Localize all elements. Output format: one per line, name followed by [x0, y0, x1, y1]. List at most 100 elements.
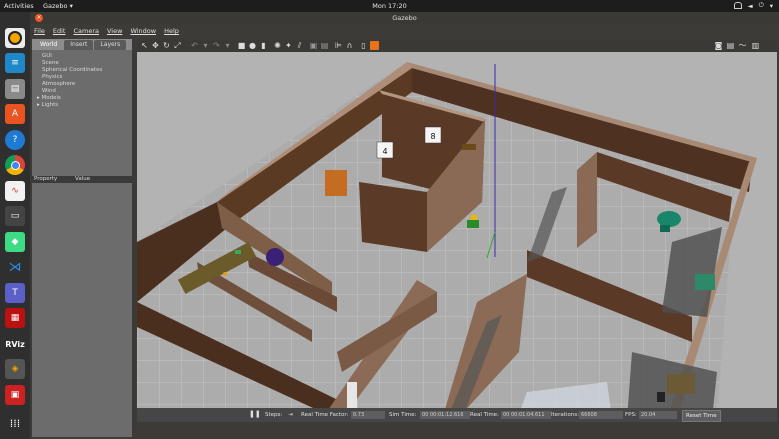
redo-dropdown-icon[interactable]: ▾	[223, 41, 232, 50]
barrel	[266, 248, 284, 266]
text-editor-dock-icon[interactable]: ≡	[5, 53, 25, 73]
tree-item-lights[interactable]: ▸ Lights	[32, 102, 132, 109]
scale-icon[interactable]: ⤢	[173, 41, 182, 50]
value-col: Value	[75, 176, 91, 182]
property-header: Property Value	[32, 176, 132, 183]
reset-time-button[interactable]: Reset Time	[682, 410, 721, 422]
window-titlebar: × Gazebo	[30, 12, 779, 24]
tree-item-wind[interactable]: Wind	[32, 88, 132, 95]
snap-icon[interactable]: ∩	[345, 41, 354, 50]
camera-icon[interactable]: ◙	[714, 41, 723, 50]
rviz-dock-icon[interactable]: RViz	[5, 334, 25, 354]
menubar: File Edit Camera View Window Help	[30, 24, 779, 38]
undo-icon[interactable]: ↶	[190, 41, 199, 50]
gazebo-window: × Gazebo File Edit Camera View Window He…	[30, 12, 779, 439]
menu-camera[interactable]: Camera	[73, 27, 99, 35]
select-icon[interactable]: ↖	[140, 41, 149, 50]
tree-item-physics[interactable]: Physics	[32, 74, 132, 81]
dirlight-icon[interactable]: ⫽	[295, 41, 304, 50]
tree-label-lights: Lights	[41, 102, 59, 108]
orange-icon[interactable]	[370, 41, 379, 50]
android-studio-dock-icon[interactable]: ◆	[5, 232, 25, 252]
align-icon[interactable]: ⊫	[334, 41, 343, 50]
help-dock-icon[interactable]: ?	[5, 130, 25, 150]
layers-dock-icon[interactable]: ◈	[5, 359, 25, 379]
clock[interactable]: Mon 17:20	[0, 2, 779, 10]
sim-time-label: Sim Time:	[389, 412, 417, 418]
toolbar: ↖ ✥ ↻ ⤢ ↶ ▾ ↷ ▾ ■ ● ▮ ✺ ✦ ⫽ ▣ ▤ ⊫ ∩ ▯ ◙ …	[137, 39, 777, 52]
sim-time-value: 00 00:01:12.616	[420, 411, 470, 419]
tree-item-scene[interactable]: Scene	[32, 60, 132, 67]
menu-file[interactable]: File	[34, 27, 45, 35]
tree-item-models[interactable]: ▸ Models	[32, 95, 132, 102]
view-icon[interactable]: ▥	[751, 41, 760, 50]
pointlight-icon[interactable]: ✺	[273, 41, 282, 50]
network-icon	[733, 2, 742, 9]
table-bottom	[667, 374, 695, 394]
rotate-icon[interactable]: ↻	[162, 41, 171, 50]
scene-render: 4 8	[137, 52, 777, 419]
tree-item-gui[interactable]: GUI	[32, 53, 132, 60]
recorder-dock-icon[interactable]: ∿	[5, 181, 25, 201]
robot	[467, 220, 479, 228]
fps-label: FPS:	[625, 412, 637, 418]
system-tray[interactable]: ◄ ⏻ ▾	[733, 1, 773, 10]
copy-icon[interactable]: ▣	[309, 41, 318, 50]
tab-insert[interactable]: Insert	[64, 40, 94, 50]
change-view-icon[interactable]: ▯	[359, 41, 368, 50]
rtf-label: Real Time Factor:	[301, 412, 349, 418]
small-table	[462, 144, 476, 150]
tab-world[interactable]: World	[34, 40, 64, 50]
dock: ≡ ▤ A ? ∿ ▭ ◆ ⋊ T ▦ RViz ◈ ▣ ⁞⁞⁞	[0, 12, 30, 439]
box-icon[interactable]: ■	[237, 41, 246, 50]
terminal-dock-icon[interactable]: ▭	[5, 206, 25, 226]
plot-icon[interactable]: 〜	[738, 41, 747, 50]
fps-value: 20.04	[639, 411, 677, 419]
power-icon: ⏻	[758, 1, 764, 9]
panel-tabs: World Insert Layers	[32, 39, 132, 50]
property-panel	[32, 183, 132, 437]
system-monitor-dock-icon[interactable]: ▦	[5, 308, 25, 328]
translate-icon[interactable]: ✥	[151, 41, 160, 50]
property-col: Property	[34, 176, 58, 182]
menu-view[interactable]: View	[107, 27, 122, 35]
redo-icon[interactable]: ↷	[212, 41, 221, 50]
status-bar: ❚❚ Steps: ⇥ Real Time Factor: 0.73 Sim T…	[137, 408, 777, 422]
vscode-dock-icon[interactable]: ⋊	[5, 257, 25, 277]
3d-viewport[interactable]: 4 8	[137, 52, 777, 419]
files-dock-icon[interactable]: ▤	[5, 79, 25, 99]
gazebo-dock-icon[interactable]	[5, 28, 25, 48]
steps-label: Steps:	[265, 412, 283, 418]
window-title: Gazebo	[392, 14, 417, 22]
apps-grid-icon[interactable]: ⁞⁞⁞	[5, 413, 25, 433]
pause-icon[interactable]: ❚❚	[249, 410, 261, 418]
wooden-box	[325, 170, 347, 196]
undo-dropdown-icon[interactable]: ▾	[201, 41, 210, 50]
chrome-dock-icon[interactable]	[5, 155, 25, 175]
menu-window[interactable]: Window	[130, 27, 156, 35]
tree-item-atmosphere[interactable]: Atmosphere	[32, 81, 132, 88]
record-icon[interactable]: ▤	[726, 41, 735, 50]
real-time-label: Real Time:	[470, 412, 499, 418]
volume-icon: ◄	[747, 1, 753, 10]
cylinder-icon[interactable]: ▮	[259, 41, 268, 50]
iterations-label: Iterations:	[551, 412, 580, 418]
spotlight-icon[interactable]: ✦	[284, 41, 293, 50]
real-time-value: 00 00:01:04.611	[501, 411, 551, 419]
teams-dock-icon[interactable]: T	[5, 283, 25, 303]
menu-help[interactable]: Help	[164, 27, 179, 35]
wall	[359, 182, 427, 252]
screenshot-dock-icon[interactable]: ▣	[5, 385, 25, 405]
paste-icon[interactable]: ▤	[320, 41, 329, 50]
step-arrow-icon[interactable]: ⇥	[288, 412, 293, 418]
world-tree: GUI Scene Spherical Coordinates Physics …	[32, 50, 132, 176]
menu-edit[interactable]: Edit	[53, 27, 66, 35]
software-dock-icon[interactable]: A	[5, 104, 25, 124]
sphere-icon[interactable]: ●	[248, 41, 257, 50]
green-table	[657, 211, 681, 227]
green-chair	[695, 274, 715, 290]
left-panel: World Insert Layers GUI Scene Spherical …	[32, 39, 132, 437]
tree-item-spherical[interactable]: Spherical Coordinates	[32, 67, 132, 74]
tab-layers[interactable]: Layers	[94, 40, 127, 50]
rtf-value: 0.73	[351, 411, 385, 419]
